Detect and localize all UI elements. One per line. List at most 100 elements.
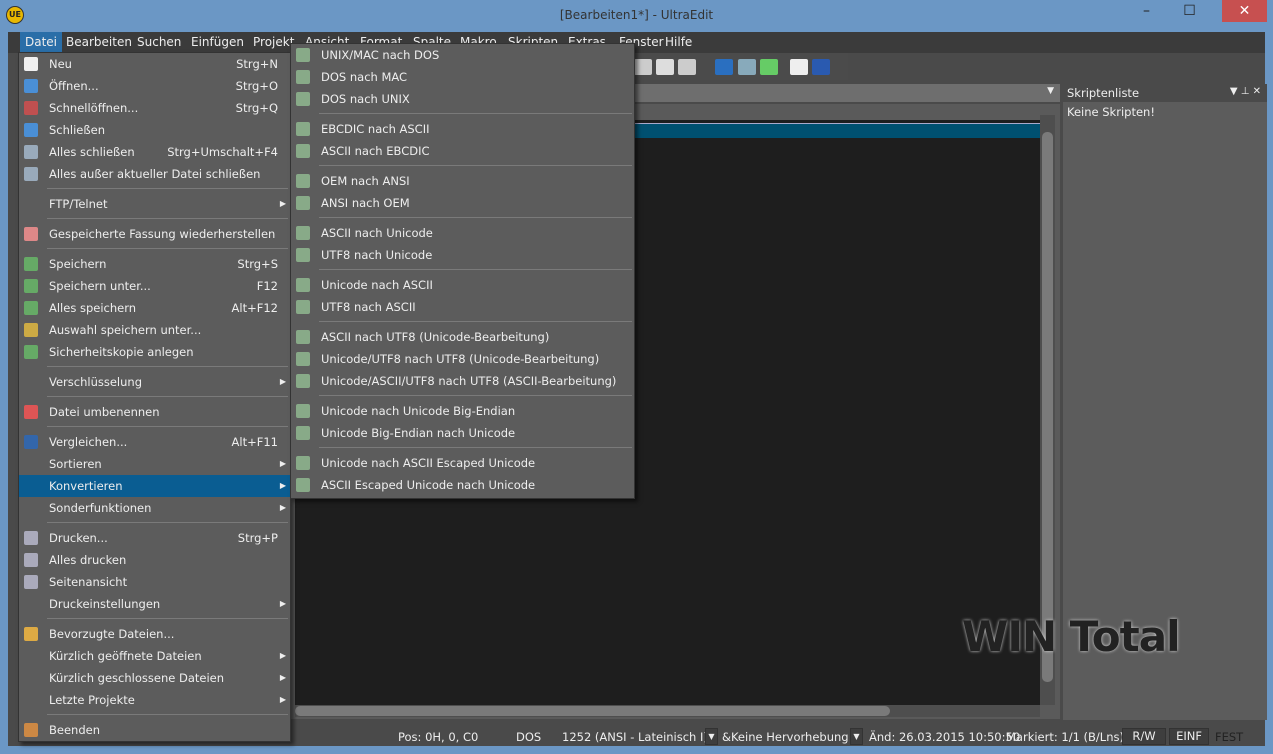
menu-item-unicode-ascii-utf8-nach-utf8-ascii-bearbeitung[interactable]: Unicode/ASCII/UTF8 nach UTF8 (ASCII-Bear… bbox=[291, 370, 634, 392]
list-view-icon[interactable] bbox=[790, 59, 808, 75]
menu-item-label: Verschlüsselung bbox=[49, 375, 142, 389]
menu-item-shortcut: Strg+Umschalt+F4 bbox=[167, 145, 278, 159]
menu-item-druckeinstellungen[interactable]: Druckeinstellungen ▶ bbox=[19, 593, 290, 615]
minimize-button[interactable]: – bbox=[1124, 0, 1169, 22]
panel-controls-icon[interactable]: ▼ ⊥ ✕ bbox=[1230, 86, 1261, 97]
menu-item-datei-umbenennen[interactable]: Datei umbenennen bbox=[19, 401, 290, 423]
menu-item-ascii-nach-unicode[interactable]: ASCII nach Unicode bbox=[291, 222, 634, 244]
status-insert-button[interactable]: EINF bbox=[1169, 728, 1209, 745]
convert-icon bbox=[296, 122, 310, 136]
menu-item-neu[interactable]: Neu Strg+N bbox=[19, 53, 290, 75]
menu-item-verschluesselung[interactable]: Verschlüsselung ▶ bbox=[19, 371, 290, 393]
menu-item-shortcut: Strg+N bbox=[236, 57, 278, 71]
menu-item-unicode-nach-ascii[interactable]: Unicode nach ASCII bbox=[291, 274, 634, 296]
menu-item-seitenansicht[interactable]: Seitenansicht bbox=[19, 571, 290, 593]
split-horizontal-icon[interactable] bbox=[634, 59, 652, 75]
menu-item-shortcut: Strg+Q bbox=[235, 101, 278, 115]
maximize-button[interactable]: ☐ bbox=[1167, 0, 1212, 22]
menu-item-label: DOS nach UNIX bbox=[321, 92, 410, 106]
refresh-icon[interactable] bbox=[760, 59, 778, 75]
status-line-ending[interactable]: DOS bbox=[516, 730, 541, 744]
menu-item-schliessen[interactable]: Schließen bbox=[19, 119, 290, 141]
menu-item-unicode-big-endian-nach-unicode[interactable]: Unicode Big-Endian nach Unicode bbox=[291, 422, 634, 444]
menu-item-label: Alles schließen bbox=[49, 145, 135, 159]
menu-bearbeiten[interactable]: Bearbeiten bbox=[66, 35, 132, 49]
menu-item-speichern[interactable]: Speichern Strg+S bbox=[19, 253, 290, 275]
menu-datei[interactable]: Datei bbox=[20, 32, 63, 53]
menu-item-ascii-escaped-unicode-nach-unicode[interactable]: ASCII Escaped Unicode nach Unicode bbox=[291, 474, 634, 496]
menu-item-label: OEM nach ANSI bbox=[321, 174, 410, 188]
convert-icon bbox=[296, 48, 310, 62]
highlighting-dropdown-icon[interactable]: ▼ bbox=[850, 728, 863, 745]
menu-item-label: Unicode/UTF8 nach UTF8 (Unicode-Bearbeit… bbox=[321, 352, 600, 366]
menu-item-label: Schnellöffnen... bbox=[49, 101, 139, 115]
status-highlighting[interactable]: &Keine Hervorhebung bbox=[722, 730, 849, 744]
menu-item-sicherheitskopie-anlegen[interactable]: Sicherheitskopie anlegen bbox=[19, 341, 290, 363]
menu-hilfe[interactable]: Hilfe bbox=[665, 35, 692, 49]
submenu-arrow-icon: ▶ bbox=[279, 199, 286, 208]
menu-item-sonderfunktionen[interactable]: Sonderfunktionen ▶ bbox=[19, 497, 290, 519]
menu-item-konvertieren[interactable]: Konvertieren ▶ bbox=[19, 475, 290, 497]
menu-item-unicode-nach-ascii-escaped-unicode[interactable]: Unicode nach ASCII Escaped Unicode bbox=[291, 452, 634, 474]
menu-item-dos-nach-mac[interactable]: DOS nach MAC bbox=[291, 66, 634, 88]
menu-item-gespeicherte-fassung-wiederherstellen[interactable]: Gespeicherte Fassung wiederherstellen bbox=[19, 223, 290, 245]
menu-projekt[interactable]: Projekt bbox=[253, 35, 294, 49]
menu-item-auswahl-speichern-unter[interactable]: Auswahl speichern unter... bbox=[19, 319, 290, 341]
menu-item-label: Sortieren bbox=[49, 457, 102, 471]
print-icon bbox=[24, 531, 38, 545]
menu-item-kuerzlich-geschlossene-dateien[interactable]: Kürzlich geschlossene Dateien ▶ bbox=[19, 667, 290, 689]
menu-item-ascii-nach-utf8-unicode-bearbeitung[interactable]: ASCII nach UTF8 (Unicode-Bearbeitung) bbox=[291, 326, 634, 348]
convert-icon bbox=[296, 70, 310, 84]
save-all-icon bbox=[24, 301, 38, 315]
menu-einfuegen[interactable]: Einfügen bbox=[191, 35, 244, 49]
menu-item-oem-nach-ansi[interactable]: OEM nach ANSI bbox=[291, 170, 634, 192]
close-button[interactable]: ✕ bbox=[1222, 0, 1267, 22]
cascade-icon[interactable] bbox=[678, 59, 696, 75]
vertical-scroll-thumb[interactable] bbox=[1042, 132, 1053, 682]
menu-item-ansi-nach-oem[interactable]: ANSI nach OEM bbox=[291, 192, 634, 214]
horizontal-scroll-thumb[interactable] bbox=[295, 706, 890, 716]
menu-item-kuerzlich-geoeffnete-dateien[interactable]: Kürzlich geöffnete Dateien ▶ bbox=[19, 645, 290, 667]
menu-suchen[interactable]: Suchen bbox=[137, 35, 181, 49]
menu-item-sortieren[interactable]: Sortieren ▶ bbox=[19, 453, 290, 475]
menu-item-alles-ausser-aktueller-datei-schliessen[interactable]: Alles außer aktueller Datei schließen bbox=[19, 163, 290, 185]
menu-item-vergleichen[interactable]: Vergleichen... Alt+F11 bbox=[19, 431, 290, 453]
menu-item-label: Speichern bbox=[49, 257, 107, 271]
status-fest[interactable]: FEST bbox=[1215, 730, 1243, 744]
menu-item-utf8-nach-ascii[interactable]: UTF8 nach ASCII bbox=[291, 296, 634, 318]
menu-item-ebcdic-nach-ascii[interactable]: EBCDIC nach ASCII bbox=[291, 118, 634, 140]
menu-item-utf8-nach-unicode[interactable]: UTF8 nach Unicode bbox=[291, 244, 634, 266]
menu-item-label: Gespeicherte Fassung wiederherstellen bbox=[49, 227, 276, 241]
menu-item-oeffnen[interactable]: Öffnen... Strg+O bbox=[19, 75, 290, 97]
menu-item-beenden[interactable]: Beenden bbox=[19, 719, 290, 741]
web-browser-icon[interactable] bbox=[715, 59, 733, 75]
menu-item-unicode-nach-unicode-big-endian[interactable]: Unicode nach Unicode Big-Endian bbox=[291, 400, 634, 422]
menu-item-unix-mac-nach-dos[interactable]: UNIX/MAC nach DOS bbox=[291, 44, 634, 66]
menu-item-ascii-nach-ebcdic[interactable]: ASCII nach EBCDIC bbox=[291, 140, 634, 162]
tab-dropdown-icon[interactable]: ▼ bbox=[1047, 86, 1054, 96]
menu-separator bbox=[291, 214, 634, 222]
menu-item-unicode-utf8-nach-utf8-unicode-bearbeitung[interactable]: Unicode/UTF8 nach UTF8 (Unicode-Bearbeit… bbox=[291, 348, 634, 370]
menu-item-speichern-unter[interactable]: Speichern unter... F12 bbox=[19, 275, 290, 297]
menu-item-alles-speichern[interactable]: Alles speichern Alt+F12 bbox=[19, 297, 290, 319]
menu-item-drucken[interactable]: Drucken... Strg+P bbox=[19, 527, 290, 549]
menu-item-alles-schliessen[interactable]: Alles schließen Strg+Umschalt+F4 bbox=[19, 141, 290, 163]
menu-item-label: Sicherheitskopie anlegen bbox=[49, 345, 194, 359]
menu-item-schnelloeffnen[interactable]: Schnellöffnen... Strg+Q bbox=[19, 97, 290, 119]
split-vertical-icon[interactable] bbox=[656, 59, 674, 75]
menu-item-ftp-telnet[interactable]: FTP/Telnet ▶ bbox=[19, 193, 290, 215]
status-codepage[interactable]: 1252 (ANSI - Lateinisch I) bbox=[562, 730, 708, 744]
menu-item-letzte-projekte[interactable]: Letzte Projekte ▶ bbox=[19, 689, 290, 711]
help-icon[interactable] bbox=[812, 59, 830, 75]
status-rw-button[interactable]: R/W bbox=[1122, 728, 1166, 745]
menu-item-bevorzugte-dateien[interactable]: Bevorzugte Dateien... bbox=[19, 623, 290, 645]
menu-item-label: Beenden bbox=[49, 723, 100, 737]
convert-icon bbox=[296, 404, 310, 418]
menu-item-dos-nach-unix[interactable]: DOS nach UNIX bbox=[291, 88, 634, 110]
web-preview-icon[interactable] bbox=[738, 59, 756, 75]
menu-separator bbox=[19, 393, 290, 401]
convert-icon bbox=[296, 226, 310, 240]
menu-item-alles-drucken[interactable]: Alles drucken bbox=[19, 549, 290, 571]
save-selection-icon bbox=[24, 323, 38, 337]
codepage-dropdown-icon[interactable]: ▼ bbox=[705, 728, 718, 745]
